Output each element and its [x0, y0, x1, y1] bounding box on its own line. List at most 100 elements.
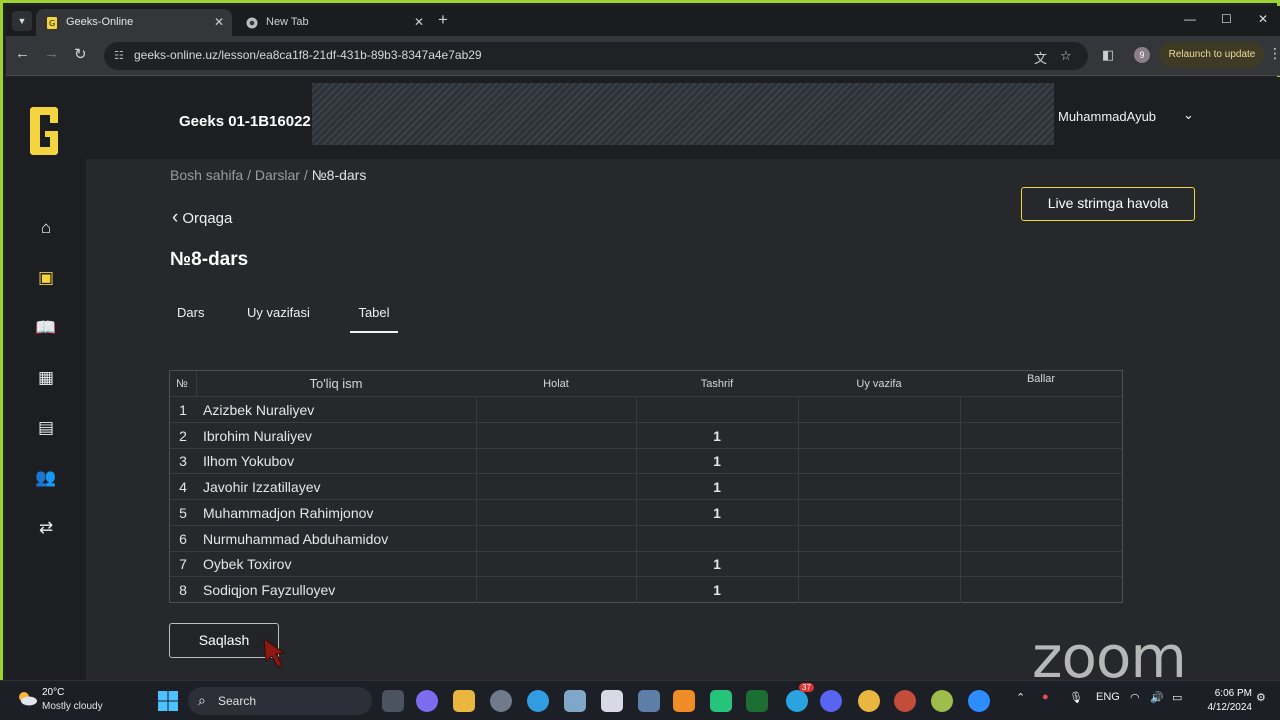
- lessons-icon[interactable]: ▣: [35, 267, 57, 289]
- cell-points[interactable]: [960, 423, 1122, 449]
- cell-homework[interactable]: [798, 474, 960, 500]
- forward-arrow-icon[interactable]: →: [44, 45, 59, 62]
- cell-homework[interactable]: [798, 526, 960, 552]
- cell-points[interactable]: [960, 551, 1122, 577]
- minimize-icon[interactable]: —: [1184, 12, 1196, 26]
- new-tab-icon[interactable]: +: [438, 10, 448, 30]
- notification-icon[interactable]: ⚙: [1256, 691, 1266, 704]
- cell-attendance[interactable]: 1: [636, 448, 798, 474]
- back-link[interactable]: ‹ Orqaga: [172, 207, 232, 229]
- cell-attendance[interactable]: 1: [636, 577, 798, 603]
- wifi-icon[interactable]: ◠: [1130, 691, 1140, 704]
- discord-icon[interactable]: [820, 690, 842, 712]
- taskbar-search[interactable]: ⌕ Search: [188, 687, 372, 715]
- pycharm-icon[interactable]: [710, 690, 732, 712]
- chip-icon[interactable]: [746, 690, 768, 712]
- close-tab-icon[interactable]: ✕: [414, 9, 424, 36]
- geeks-logo-icon[interactable]: [28, 105, 62, 157]
- system-clock[interactable]: 6:06 PM 4/12/2024: [1196, 687, 1253, 715]
- close-tab-icon[interactable]: ✕: [214, 9, 224, 36]
- cell-points[interactable]: [960, 448, 1122, 474]
- tab-geeks-online[interactable]: G Geeks-Online ✕: [36, 9, 232, 37]
- chat-icon[interactable]: [416, 690, 438, 712]
- sublime-text-icon[interactable]: [673, 690, 695, 712]
- relaunch-button[interactable]: Relaunch to update: [1160, 42, 1264, 68]
- cell-points[interactable]: [960, 526, 1122, 552]
- users-icon[interactable]: 👥: [35, 467, 57, 489]
- cell-homework[interactable]: [798, 397, 960, 423]
- file-explorer-icon[interactable]: [453, 690, 475, 712]
- close-window-icon[interactable]: ✕: [1258, 12, 1268, 26]
- cell-homework[interactable]: [798, 500, 960, 526]
- cell-homework[interactable]: [798, 577, 960, 603]
- browser-menu-icon[interactable]: ⋮: [1268, 45, 1280, 62]
- weather-widget[interactable]: 20°C Mostly cloudy: [12, 686, 122, 716]
- cell-status[interactable]: [476, 577, 636, 603]
- cell-points[interactable]: [960, 474, 1122, 500]
- translate-icon[interactable]: 文: [1034, 48, 1047, 67]
- chevron-up-icon[interactable]: ⌃: [1016, 691, 1025, 704]
- cell-points[interactable]: [960, 500, 1122, 526]
- cell-attendance[interactable]: [636, 526, 798, 552]
- cell-homework[interactable]: [798, 448, 960, 474]
- task-view-icon[interactable]: [382, 690, 404, 712]
- cell-num: 5: [179, 504, 187, 521]
- notepad-icon[interactable]: [601, 690, 623, 712]
- cell-status[interactable]: [476, 474, 636, 500]
- microphone-icon[interactable]: 🎙: [1069, 691, 1083, 704]
- settings-gear-icon[interactable]: [490, 690, 512, 712]
- cell-attendance[interactable]: 1: [636, 423, 798, 449]
- telegram-icon[interactable]: [786, 690, 808, 712]
- live-stream-link-button[interactable]: Live strimga havola: [1021, 187, 1195, 221]
- cell-status[interactable]: [476, 526, 636, 552]
- bookmark-star-icon[interactable]: ☆: [1060, 48, 1072, 64]
- cell-status[interactable]: [476, 500, 636, 526]
- user-name[interactable]: MuhammadAyub: [1058, 109, 1156, 124]
- breadcrumb-lessons[interactable]: Darslar: [255, 167, 300, 183]
- cell-homework[interactable]: [798, 551, 960, 577]
- table-grid-icon[interactable]: ▤: [35, 417, 57, 439]
- maximize-icon[interactable]: ☐: [1221, 12, 1232, 26]
- tab-search-icon[interactable]: ▼: [12, 11, 32, 31]
- book-icon[interactable]: 📖: [35, 317, 57, 339]
- photos-icon[interactable]: [564, 690, 586, 712]
- cell-points[interactable]: [960, 577, 1122, 603]
- cell-attendance[interactable]: 1: [636, 551, 798, 577]
- swap-arrows-icon[interactable]: ⇄: [35, 517, 57, 539]
- chrome-taskbar-icon[interactable]: [858, 690, 880, 712]
- language-indicator[interactable]: ENG: [1096, 691, 1120, 703]
- windows-taskbar: 20°C Mostly cloudy ⌕ Search 37 ⌃ ● 🎙 ENG…: [0, 680, 1280, 720]
- chrome-active-icon[interactable]: [931, 690, 953, 712]
- windows-start-icon[interactable]: [157, 690, 179, 712]
- back-arrow-icon[interactable]: ←: [15, 45, 30, 62]
- cell-status[interactable]: [476, 551, 636, 577]
- cell-attendance[interactable]: 1: [636, 474, 798, 500]
- zoom-app-icon[interactable]: [968, 690, 990, 712]
- breadcrumb-home[interactable]: Bosh sahifa: [170, 167, 243, 183]
- tab-uy-vazifasi[interactable]: Uy vazifasi: [247, 305, 310, 320]
- calendar-icon[interactable]: ▦: [35, 367, 57, 389]
- volume-icon[interactable]: 🔊: [1150, 691, 1164, 704]
- cell-homework[interactable]: [798, 423, 960, 449]
- cell-status[interactable]: [476, 423, 636, 449]
- chevron-down-icon[interactable]: ⌄: [1183, 107, 1194, 123]
- home-icon[interactable]: ⌂: [35, 217, 57, 239]
- address-bar[interactable]: ☷ geeks-online.uz/lesson/ea8ca1f8-21df-4…: [104, 42, 1088, 70]
- cell-status[interactable]: [476, 397, 636, 423]
- tab-new-tab[interactable]: New Tab ✕: [236, 9, 432, 37]
- antivirus-icon[interactable]: ●: [1042, 691, 1049, 703]
- cell-attendance[interactable]: [636, 397, 798, 423]
- side-panel-icon[interactable]: ◧: [1102, 47, 1114, 63]
- tab-tabel[interactable]: Tabel: [350, 305, 398, 333]
- battery-icon[interactable]: ▭: [1172, 691, 1182, 704]
- cell-points[interactable]: [960, 397, 1122, 423]
- chrome-profile-icon[interactable]: [894, 690, 916, 712]
- edge-browser-icon[interactable]: [527, 690, 549, 712]
- reload-icon[interactable]: ↻: [74, 45, 87, 63]
- site-info-icon[interactable]: ☷: [114, 49, 128, 63]
- toolbox-icon[interactable]: [638, 690, 660, 712]
- cell-attendance[interactable]: 1: [636, 500, 798, 526]
- cell-status[interactable]: [476, 448, 636, 474]
- tab-dars[interactable]: Dars: [177, 305, 204, 320]
- profile-avatar[interactable]: 9: [1134, 47, 1150, 63]
